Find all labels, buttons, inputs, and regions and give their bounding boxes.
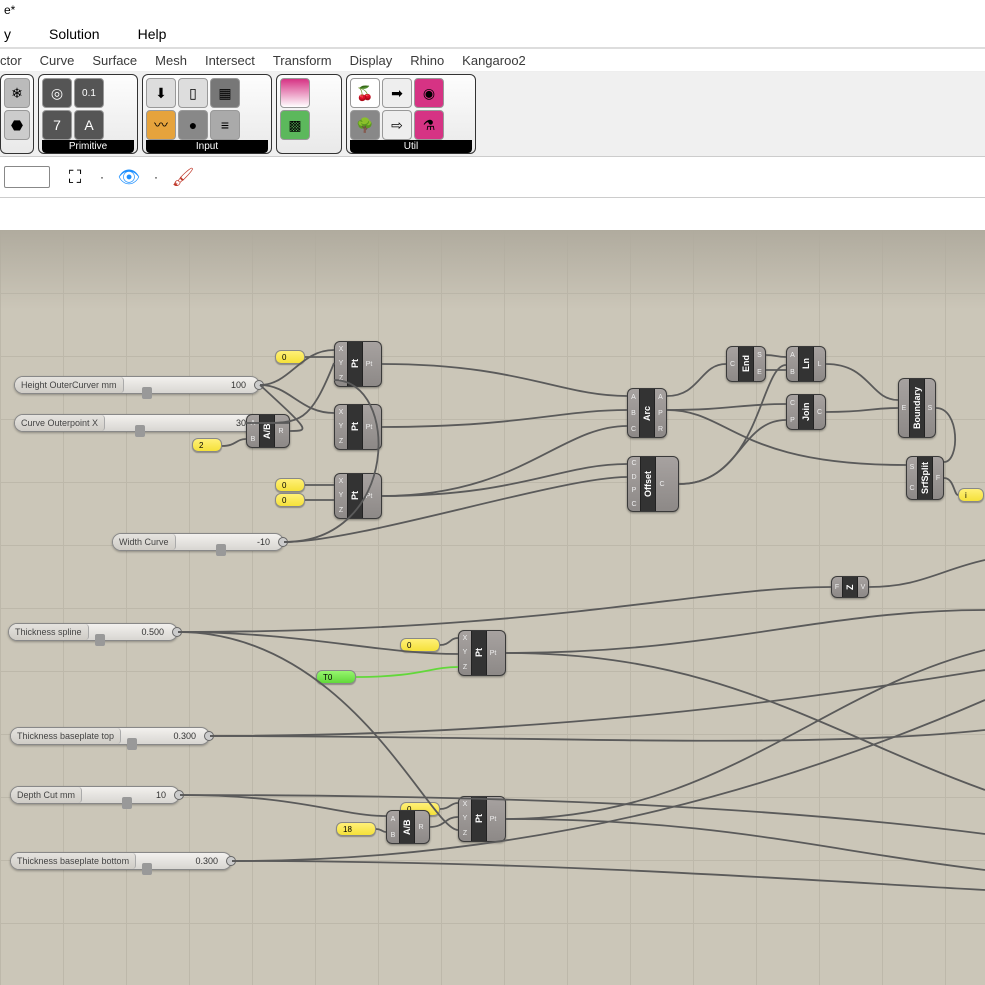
download-icon[interactable]: ⬇ bbox=[146, 78, 176, 108]
component-pt-4[interactable]: XYZ Pt Pt bbox=[458, 630, 506, 676]
panel-const-0a[interactable]: 0 bbox=[275, 350, 305, 364]
bulb-icon[interactable]: ◉ bbox=[414, 78, 444, 108]
slider-thickness-base-bot[interactable]: Thickness baseplate bottom 0.300 bbox=[10, 852, 232, 870]
component-pt-2[interactable]: XYZ Pt Pt bbox=[334, 404, 382, 450]
canvas[interactable]: Height OuterCurver mm 100 Curve Outerpoi… bbox=[0, 230, 985, 985]
cherry-icon[interactable]: 🍒 bbox=[350, 78, 380, 108]
slider-thickness-spline[interactable]: Thickness spline 0.500 bbox=[8, 623, 178, 641]
slider-icon[interactable]: 〰 bbox=[146, 110, 176, 140]
tab-bar: ctor Curve Surface Mesh Intersect Transf… bbox=[0, 48, 985, 72]
component-arc[interactable]: ABC Arc APR bbox=[627, 388, 667, 438]
target-icon[interactable]: ◎ bbox=[42, 78, 72, 108]
decimal-icon[interactable]: 0.1 bbox=[74, 78, 104, 108]
ribbon-group-util: Util bbox=[350, 140, 472, 153]
component-offset[interactable]: CDPC Offset C bbox=[627, 456, 679, 512]
panel-const-18[interactable]: 18 bbox=[336, 822, 376, 836]
secondary-toolbar: ⛶ · 👁 · 🖌 bbox=[0, 156, 985, 198]
slider-width-curve[interactable]: Width Curve -10 bbox=[112, 533, 284, 551]
zoom-dropdown[interactable] bbox=[4, 166, 50, 188]
tab-surface[interactable]: Surface bbox=[92, 53, 137, 68]
component-srfsplit[interactable]: SC SrfSplit F bbox=[906, 456, 944, 500]
checker-icon[interactable]: ▦ bbox=[210, 78, 240, 108]
tree-icon[interactable]: 🌳 bbox=[350, 110, 380, 140]
panel-const-0b[interactable]: 0 bbox=[275, 478, 305, 492]
component-boundary[interactable]: E Boundary S bbox=[898, 378, 936, 438]
component-join[interactable]: CP Join C bbox=[786, 394, 826, 430]
tab-transform[interactable]: Transform bbox=[273, 53, 332, 68]
component-pt-3[interactable]: XYZ Pt Pt bbox=[334, 473, 382, 519]
menu-display[interactable]: y bbox=[0, 22, 15, 46]
component-ln[interactable]: AB Ln L bbox=[786, 346, 826, 382]
panel-icon[interactable]: ▯ bbox=[178, 78, 208, 108]
ribbon: ❄ ⬣ ◎ 0.1 7 A Primitive ⬇ ▯ ▦ 〰 ● ≡ Inpu… bbox=[0, 72, 985, 156]
arrow-right-icon[interactable]: ➡ bbox=[382, 78, 412, 108]
focus-icon[interactable]: ⛶ bbox=[62, 164, 88, 190]
component-pt-5[interactable]: XYZ Pt Pt bbox=[458, 796, 506, 842]
component-z[interactable]: F Z V bbox=[831, 576, 869, 598]
component-pt-1[interactable]: XYZ Pt Pt bbox=[334, 341, 382, 387]
slider-height-outer[interactable]: Height OuterCurver mm 100 bbox=[14, 376, 260, 394]
geometry-icon[interactable]: ❄ bbox=[4, 78, 30, 108]
list-icon[interactable]: ≡ bbox=[210, 110, 240, 140]
eye-icon[interactable]: 👁 bbox=[116, 164, 142, 190]
panel-const-0c[interactable]: 0 bbox=[275, 493, 305, 507]
tab-curve[interactable]: Curve bbox=[40, 53, 75, 68]
panel-const-T0[interactable]: T0 bbox=[316, 670, 356, 684]
panel-const-0d[interactable]: 0 bbox=[400, 638, 440, 652]
component-end[interactable]: C End SE bbox=[726, 346, 766, 382]
ribbon-group-primitive: Primitive bbox=[42, 140, 134, 153]
tab-mesh[interactable]: Mesh bbox=[155, 53, 187, 68]
gradient-icon[interactable] bbox=[280, 78, 310, 108]
slider-thickness-base-top[interactable]: Thickness baseplate top 0.300 bbox=[10, 727, 210, 745]
tab-rhino[interactable]: Rhino bbox=[410, 53, 444, 68]
panel-const-i[interactable]: i bbox=[958, 488, 984, 502]
geometry-icon-2[interactable]: ⬣ bbox=[4, 110, 30, 140]
window-title: e* bbox=[0, 0, 985, 20]
arrow-outline-icon[interactable]: ⇨ bbox=[382, 110, 412, 140]
component-divide-1[interactable]: AB A/B R bbox=[246, 414, 290, 448]
circle-icon[interactable]: ● bbox=[178, 110, 208, 140]
menu-help[interactable]: Help bbox=[134, 22, 171, 46]
seven-icon[interactable]: 7 bbox=[42, 110, 72, 140]
tab-vector[interactable]: ctor bbox=[0, 53, 22, 68]
brush-icon[interactable]: 🖌 bbox=[170, 164, 196, 190]
slider-depth-cut[interactable]: Depth Cut mm 10 bbox=[10, 786, 180, 804]
menu-bar: y Solution Help bbox=[0, 20, 985, 48]
menu-solution[interactable]: Solution bbox=[45, 22, 104, 46]
slider-curve-outerpoint[interactable]: Curve Outerpoint X 30 bbox=[14, 414, 260, 432]
flask-icon[interactable]: ⚗ bbox=[414, 110, 444, 140]
pixel-icon[interactable]: ▩ bbox=[280, 110, 310, 140]
tab-display[interactable]: Display bbox=[350, 53, 393, 68]
panel-const-2[interactable]: 2 bbox=[192, 438, 222, 452]
text-icon[interactable]: A bbox=[74, 110, 104, 140]
tab-intersect[interactable]: Intersect bbox=[205, 53, 255, 68]
component-divide-2[interactable]: AB A/B R bbox=[386, 810, 430, 844]
ribbon-group-input: Input bbox=[146, 140, 268, 153]
tab-kangaroo[interactable]: Kangaroo2 bbox=[462, 53, 526, 68]
